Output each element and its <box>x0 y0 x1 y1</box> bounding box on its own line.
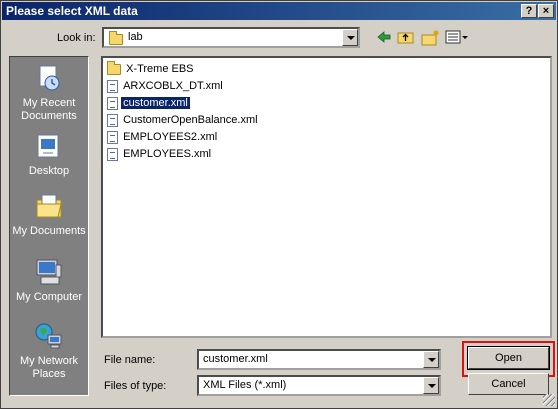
place-label: My Recent Documents <box>21 97 77 122</box>
help-button[interactable]: ? <box>521 4 537 18</box>
title-bar[interactable]: Please select XML data ? × <box>2 2 556 20</box>
xml-file-icon <box>107 96 118 110</box>
file-name-label: File name: <box>104 354 156 366</box>
file-name-text: CustomerOpenBalance.xml <box>123 114 258 126</box>
look-in-value: lab <box>128 31 143 43</box>
place-computer[interactable]: My Computer <box>10 257 88 304</box>
file-name-text: customer.xml <box>120 96 191 110</box>
folder-icon <box>107 60 121 75</box>
place-network[interactable]: My Network Places <box>10 321 88 381</box>
look-in-dropdown[interactable]: lab <box>102 27 360 48</box>
file-type-value: XML Files (*.xml) <box>203 379 287 391</box>
back-arrow-icon[interactable] <box>375 29 393 47</box>
cancel-button[interactable]: Cancel <box>468 373 549 395</box>
list-item[interactable]: ARXCOBLX_DT.xml <box>107 78 225 94</box>
file-name-text: EMPLOYEES2.xml <box>123 131 218 143</box>
desktop-icon <box>34 131 64 161</box>
place-desktop[interactable]: Desktop <box>10 131 88 178</box>
list-item[interactable]: EMPLOYEES2.xml <box>107 129 219 145</box>
view-menu-icon[interactable] <box>445 29 469 47</box>
place-recent[interactable]: My Recent Documents <box>10 63 88 123</box>
close-button[interactable]: × <box>538 4 554 18</box>
folder-icon <box>109 31 123 45</box>
place-label: My Network Places <box>19 355 79 380</box>
list-item-folder[interactable]: X-Treme EBS <box>107 60 196 77</box>
chevron-down-icon[interactable] <box>423 377 439 394</box>
up-folder-icon[interactable] <box>397 29 415 47</box>
file-open-dialog: Please select XML data ? × Look in: lab … <box>0 0 558 409</box>
file-name-text: EMPLOYEES.xml <box>123 148 212 160</box>
recent-documents-icon <box>34 63 64 93</box>
file-type-select[interactable]: XML Files (*.xml) <box>197 375 441 396</box>
my-documents-icon <box>34 191 64 221</box>
look-in-label: Look in: <box>57 32 96 44</box>
xml-file-icon <box>107 113 118 127</box>
list-item[interactable]: EMPLOYEES.xml <box>107 146 213 162</box>
chevron-down-icon[interactable] <box>342 29 358 46</box>
network-places-icon <box>34 321 64 351</box>
my-computer-icon <box>34 257 64 287</box>
open-button[interactable]: Open <box>467 346 550 370</box>
file-list[interactable]: X-Treme EBS ARXCOBLX_DT.xml customer.xml… <box>101 56 552 338</box>
xml-file-icon <box>107 130 118 144</box>
file-name-field[interactable]: customer.xml <box>197 349 441 370</box>
place-label: Desktop <box>28 165 70 177</box>
file-type-label: Files of type: <box>104 380 167 392</box>
place-documents[interactable]: My Documents <box>10 191 88 238</box>
list-item-selected[interactable]: customer.xml <box>107 95 191 111</box>
place-label: My Computer <box>15 291 83 303</box>
places-bar: My Recent Documents Desktop My Documents… <box>9 56 89 396</box>
window-title: Please select XML data <box>6 4 138 18</box>
file-name-text: X-Treme EBS <box>126 63 194 75</box>
resize-grip[interactable] <box>543 394 555 406</box>
xml-file-icon <box>107 79 118 93</box>
chevron-down-icon[interactable] <box>423 351 439 368</box>
list-item[interactable]: CustomerOpenBalance.xml <box>107 112 260 128</box>
xml-file-icon <box>107 147 118 161</box>
place-label: My Documents <box>12 225 86 237</box>
file-name-text: ARXCOBLX_DT.xml <box>123 80 223 92</box>
file-name-value: customer.xml <box>203 353 268 365</box>
new-folder-icon[interactable] <box>421 29 439 47</box>
